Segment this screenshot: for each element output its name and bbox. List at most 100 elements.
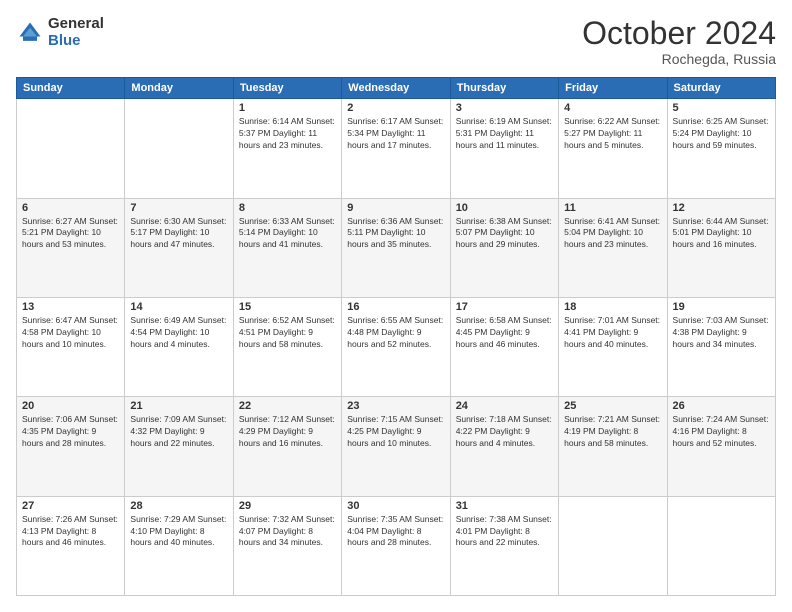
day-number: 28 [130, 500, 227, 512]
calendar-cell: 6 Sunrise: 6:27 AM Sunset: 5:21 PM Daylig… [17, 198, 125, 297]
calendar-cell: 18Sunrise: 7:01 AM Sunset: 4:41 PM Dayli… [559, 297, 667, 396]
calendar-cell: 13 Sunrise: 6:47 AM Sunset: 4:58 PM Dayli… [17, 297, 125, 396]
day-number: 25 [564, 400, 661, 412]
day-info: Sunrise: 7:09 AM Sunset: 4:32 PM Dayligh… [130, 414, 227, 450]
day-info: Sunrise: 7:18 AM Sunset: 4:22 PM Dayligh… [456, 414, 553, 450]
col-header-tuesday: Tuesday [233, 78, 341, 99]
calendar-cell: 3 Sunrise: 6:19 AM Sunset: 5:31 PM Daylig… [450, 99, 558, 198]
day-info: Sunrise: 6:41 AM Sunset: 5:04 PM Dayligh… [564, 216, 661, 252]
day-number: 19 [673, 301, 770, 313]
calendar-cell: 26 Sunrise: 7:24 AM Sunset: 4:16 PM Dayli… [667, 397, 775, 496]
col-header-monday: Monday [125, 78, 233, 99]
calendar-cell: 21 Sunrise: 7:09 AM Sunset: 4:32 PM Dayli… [125, 397, 233, 496]
col-header-thursday: Thursday [450, 78, 558, 99]
day-number: 5 [673, 102, 770, 114]
day-number: 15 [239, 301, 336, 313]
day-number: 26 [673, 400, 770, 412]
col-header-saturday: Saturday [667, 78, 775, 99]
col-header-friday: Friday [559, 78, 667, 99]
day-info: Sunrise: 6:47 AM Sunset: 4:58 PM Dayligh… [22, 315, 119, 351]
day-number: 8 [239, 202, 336, 214]
logo-text: General Blue [48, 16, 104, 49]
day-number: 20 [22, 400, 119, 412]
day-number: 21 [130, 400, 227, 412]
day-number: 22 [239, 400, 336, 412]
calendar-cell: 14 Sunrise: 6:49 AM Sunset: 4:54 PM Dayli… [125, 297, 233, 396]
month-title: October 2024 [582, 16, 776, 51]
calendar-cell [559, 496, 667, 595]
day-number: 1 [239, 102, 336, 114]
col-header-wednesday: Wednesday [342, 78, 450, 99]
day-info: Sunrise: 7:12 AM Sunset: 4:29 PM Dayligh… [239, 414, 336, 450]
day-number: 6 [22, 202, 119, 214]
calendar-cell: 4Sunrise: 6:22 AM Sunset: 5:27 PM Daylig… [559, 99, 667, 198]
day-info: Sunrise: 6:49 AM Sunset: 4:54 PM Dayligh… [130, 315, 227, 351]
calendar-cell: 2Sunrise: 6:17 AM Sunset: 5:34 PM Daylig… [342, 99, 450, 198]
day-number: 31 [456, 500, 553, 512]
day-number: 16 [347, 301, 444, 313]
day-info: Sunrise: 6:44 AM Sunset: 5:01 PM Dayligh… [673, 216, 770, 252]
day-info: Sunrise: 7:06 AM Sunset: 4:35 PM Dayligh… [22, 414, 119, 450]
calendar-cell: 31 Sunrise: 7:38 AM Sunset: 4:01 PM Dayli… [450, 496, 558, 595]
calendar-table: SundayMondayTuesdayWednesdayThursdayFrid… [16, 77, 776, 596]
day-number: 27 [22, 500, 119, 512]
calendar-cell: 27Sunrise: 7:26 AM Sunset: 4:13 PM Dayli… [17, 496, 125, 595]
calendar-cell: 8Sunrise: 6:33 AM Sunset: 5:14 PM Daylig… [233, 198, 341, 297]
day-number: 24 [456, 400, 553, 412]
col-header-sunday: Sunday [17, 78, 125, 99]
day-info: Sunrise: 6:36 AM Sunset: 5:11 PM Dayligh… [347, 216, 444, 252]
logo: General Blue [16, 16, 104, 49]
calendar-cell: 5 Sunrise: 6:25 AM Sunset: 5:24 PM Daylig… [667, 99, 775, 198]
day-info: Sunrise: 6:58 AM Sunset: 4:45 PM Dayligh… [456, 315, 553, 351]
calendar-cell: 19 Sunrise: 7:03 AM Sunset: 4:38 PM Dayli… [667, 297, 775, 396]
day-info: Sunrise: 7:38 AM Sunset: 4:01 PM Dayligh… [456, 514, 553, 550]
calendar-cell: 29 Sunrise: 7:32 AM Sunset: 4:07 PM Dayli… [233, 496, 341, 595]
day-info: Sunrise: 6:19 AM Sunset: 5:31 PM Dayligh… [456, 116, 553, 152]
day-info: Sunrise: 7:32 AM Sunset: 4:07 PM Dayligh… [239, 514, 336, 550]
day-number: 12 [673, 202, 770, 214]
day-info: Sunrise: 6:17 AM Sunset: 5:34 PM Dayligh… [347, 116, 444, 152]
day-number: 3 [456, 102, 553, 114]
day-info: Sunrise: 7:03 AM Sunset: 4:38 PM Dayligh… [673, 315, 770, 351]
calendar-cell: 1Sunrise: 6:14 AM Sunset: 5:37 PM Daylig… [233, 99, 341, 198]
day-number: 29 [239, 500, 336, 512]
calendar-cell: 15Sunrise: 6:52 AM Sunset: 4:51 PM Dayli… [233, 297, 341, 396]
calendar-cell: 16 Sunrise: 6:55 AM Sunset: 4:48 PM Dayli… [342, 297, 450, 396]
calendar-cell: 10Sunrise: 6:38 AM Sunset: 5:07 PM Dayli… [450, 198, 558, 297]
day-info: Sunrise: 7:35 AM Sunset: 4:04 PM Dayligh… [347, 514, 444, 550]
calendar-cell: 24 Sunrise: 7:18 AM Sunset: 4:22 PM Dayli… [450, 397, 558, 496]
day-number: 7 [130, 202, 227, 214]
day-info: Sunrise: 6:27 AM Sunset: 5:21 PM Dayligh… [22, 216, 119, 252]
day-number: 11 [564, 202, 661, 214]
calendar-cell: 25 Sunrise: 7:21 AM Sunset: 4:19 PM Dayli… [559, 397, 667, 496]
day-info: Sunrise: 6:30 AM Sunset: 5:17 PM Dayligh… [130, 216, 227, 252]
day-info: Sunrise: 6:25 AM Sunset: 5:24 PM Dayligh… [673, 116, 770, 152]
calendar-week-row: 1Sunrise: 6:14 AM Sunset: 5:37 PM Daylig… [17, 99, 776, 198]
logo-blue-text: Blue [48, 33, 104, 50]
calendar-cell: 9 Sunrise: 6:36 AM Sunset: 5:11 PM Daylig… [342, 198, 450, 297]
calendar-week-row: 27Sunrise: 7:26 AM Sunset: 4:13 PM Dayli… [17, 496, 776, 595]
calendar-cell: 12 Sunrise: 6:44 AM Sunset: 5:01 PM Dayli… [667, 198, 775, 297]
day-info: Sunrise: 7:24 AM Sunset: 4:16 PM Dayligh… [673, 414, 770, 450]
day-info: Sunrise: 7:21 AM Sunset: 4:19 PM Dayligh… [564, 414, 661, 450]
calendar-cell: 28Sunrise: 7:29 AM Sunset: 4:10 PM Dayli… [125, 496, 233, 595]
logo-icon [16, 19, 44, 47]
day-info: Sunrise: 7:15 AM Sunset: 4:25 PM Dayligh… [347, 414, 444, 450]
calendar-cell [667, 496, 775, 595]
day-info: Sunrise: 6:55 AM Sunset: 4:48 PM Dayligh… [347, 315, 444, 351]
location: Rochegda, Russia [582, 51, 776, 67]
calendar-cell: 7 Sunrise: 6:30 AM Sunset: 5:17 PM Daylig… [125, 198, 233, 297]
header: General Blue October 2024 Rochegda, Russ… [16, 16, 776, 67]
day-number: 14 [130, 301, 227, 313]
day-number: 4 [564, 102, 661, 114]
calendar-header-row: SundayMondayTuesdayWednesdayThursdayFrid… [17, 78, 776, 99]
calendar-cell [125, 99, 233, 198]
calendar-cell: 20 Sunrise: 7:06 AM Sunset: 4:35 PM Dayli… [17, 397, 125, 496]
calendar-cell: 30Sunrise: 7:35 AM Sunset: 4:04 PM Dayli… [342, 496, 450, 595]
day-number: 9 [347, 202, 444, 214]
day-number: 13 [22, 301, 119, 313]
day-number: 18 [564, 301, 661, 313]
calendar-week-row: 13 Sunrise: 6:47 AM Sunset: 4:58 PM Dayli… [17, 297, 776, 396]
calendar-cell: 17Sunrise: 6:58 AM Sunset: 4:45 PM Dayli… [450, 297, 558, 396]
day-number: 23 [347, 400, 444, 412]
